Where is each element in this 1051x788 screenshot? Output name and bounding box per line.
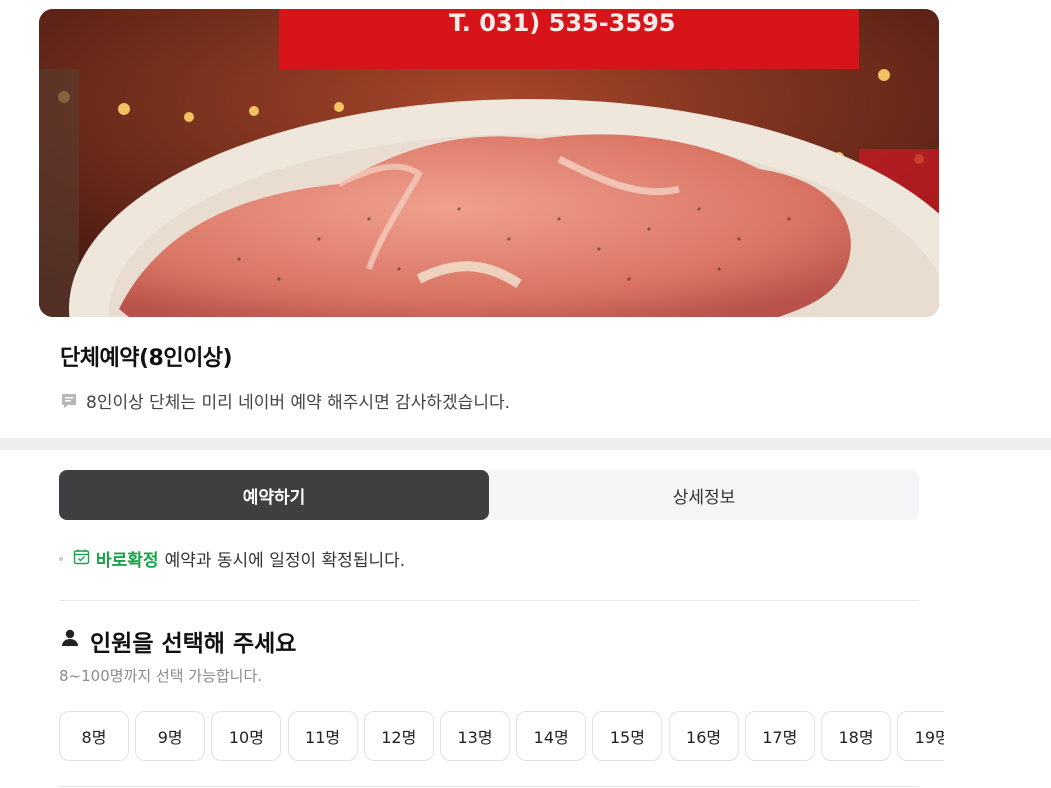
person-icon [60, 628, 80, 654]
people-option-chip[interactable]: 8명 [59, 711, 129, 761]
memo-icon [60, 392, 78, 410]
people-option-chip[interactable]: 16명 [668, 711, 739, 761]
calendar-check-icon [73, 548, 90, 570]
people-subtitle: 8~100명까지 선택 가능합니다. [59, 667, 263, 685]
section-divider [0, 438, 1051, 450]
people-option-chip[interactable]: 18명 [821, 711, 891, 761]
people-option-chip[interactable]: 14명 [516, 711, 587, 761]
hero-image: T. 031) 535-3595 [39, 9, 939, 317]
tab-bar: 예약하기 상세정보 [59, 470, 919, 520]
product-description: 8인이상 단체는 미리 네이버 예약 해주시면 감사하겠습니다. [60, 388, 510, 413]
people-option-chip[interactable]: 9명 [135, 711, 206, 761]
sign-text: T. 031) 535-3595 [449, 9, 675, 37]
bullet-dot [59, 556, 63, 561]
product-title: 단체예약(8인이상) [60, 346, 233, 371]
people-title-text: 인원을 선택해 주세요 [90, 631, 297, 657]
instant-confirm-badge: 바로확정 [96, 551, 159, 571]
people-option-chip[interactable]: 13명 [440, 711, 510, 761]
people-option-chip[interactable]: 17명 [744, 711, 815, 761]
people-section-title: 인원을 선택해 주세요 [60, 624, 296, 658]
people-option-chip[interactable]: 15명 [592, 711, 663, 761]
tab-reserve[interactable]: 예약하기 [59, 470, 489, 520]
people-option-chip[interactable]: 10명 [211, 711, 282, 761]
people-option-chip[interactable]: 12명 [363, 711, 434, 761]
divider-line-bottom [59, 786, 919, 787]
instant-confirm-notice: 바로확정 예약과 동시에 일정이 확정됩니다. [59, 546, 405, 571]
people-options: 8명 9명 10명 11명 12명 13명 14명 15명 16명 17명 18명 19명 [59, 711, 944, 763]
people-option-chip[interactable]: 19명 [897, 711, 944, 761]
product-description-text: 8인이상 단체는 미리 네이버 예약 해주시면 감사하겠습니다. [86, 393, 511, 413]
instant-confirm-text: 예약과 동시에 일정이 확정됩니다. [164, 551, 406, 571]
divider-line [59, 600, 919, 601]
tab-details[interactable]: 상세정보 [489, 470, 919, 520]
people-option-chip[interactable]: 11명 [287, 711, 358, 761]
